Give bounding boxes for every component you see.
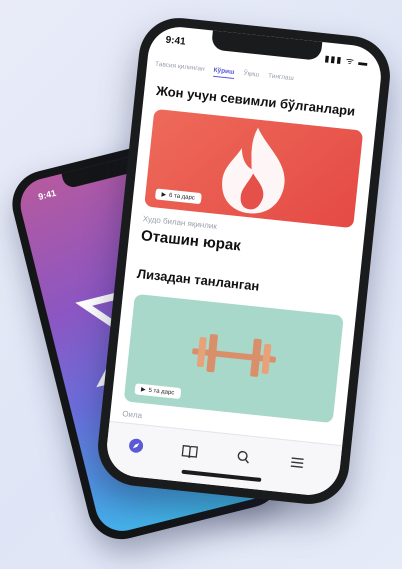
nav-library[interactable] bbox=[178, 439, 202, 463]
compass-icon bbox=[129, 438, 144, 453]
menu-icon bbox=[290, 457, 304, 468]
tab-recommended[interactable]: Тавсия қилинган bbox=[154, 61, 205, 76]
dumbbell-icon bbox=[192, 334, 276, 377]
front-phone-screen: 9:41 ▮▮▮ ᯤ ▬ Тавсия қилинган Кўриш Ўқиш … bbox=[104, 24, 384, 498]
course-card-fiery-heart[interactable]: ▶ 6 та дарс bbox=[144, 108, 364, 229]
nav-search[interactable] bbox=[231, 445, 255, 469]
flame-icon bbox=[222, 127, 285, 214]
course-card-strong[interactable]: ▶ 5 та дарс bbox=[123, 293, 344, 424]
play-icon: ▶ bbox=[140, 386, 146, 394]
course-title[interactable]: Оташин юрак bbox=[140, 227, 241, 254]
status-time: 9:41 bbox=[165, 34, 187, 48]
tab-watch[interactable]: Кўриш bbox=[212, 66, 235, 79]
book-icon bbox=[181, 444, 199, 459]
back-status-time: 9:41 bbox=[37, 187, 58, 202]
nav-discover[interactable] bbox=[124, 434, 148, 458]
course-category: Оила bbox=[121, 409, 143, 421]
status-icons: ▮▮▮ ᯤ ▬ bbox=[324, 53, 369, 68]
play-icon: ▶ bbox=[161, 192, 167, 199]
lesson-count: 6 та дарс bbox=[168, 192, 196, 201]
tab-read[interactable]: Ўқиш bbox=[243, 70, 259, 82]
home-indicator[interactable] bbox=[181, 469, 262, 482]
lesson-count: 5 та дарс bbox=[148, 387, 175, 396]
front-phone: 9:41 ▮▮▮ ᯤ ▬ Тавсия қилинган Кўриш Ўқиш … bbox=[94, 14, 394, 508]
nav-menu[interactable] bbox=[285, 451, 309, 475]
tab-listen[interactable]: Тинглаш bbox=[267, 73, 294, 86]
search-icon bbox=[237, 450, 249, 464]
